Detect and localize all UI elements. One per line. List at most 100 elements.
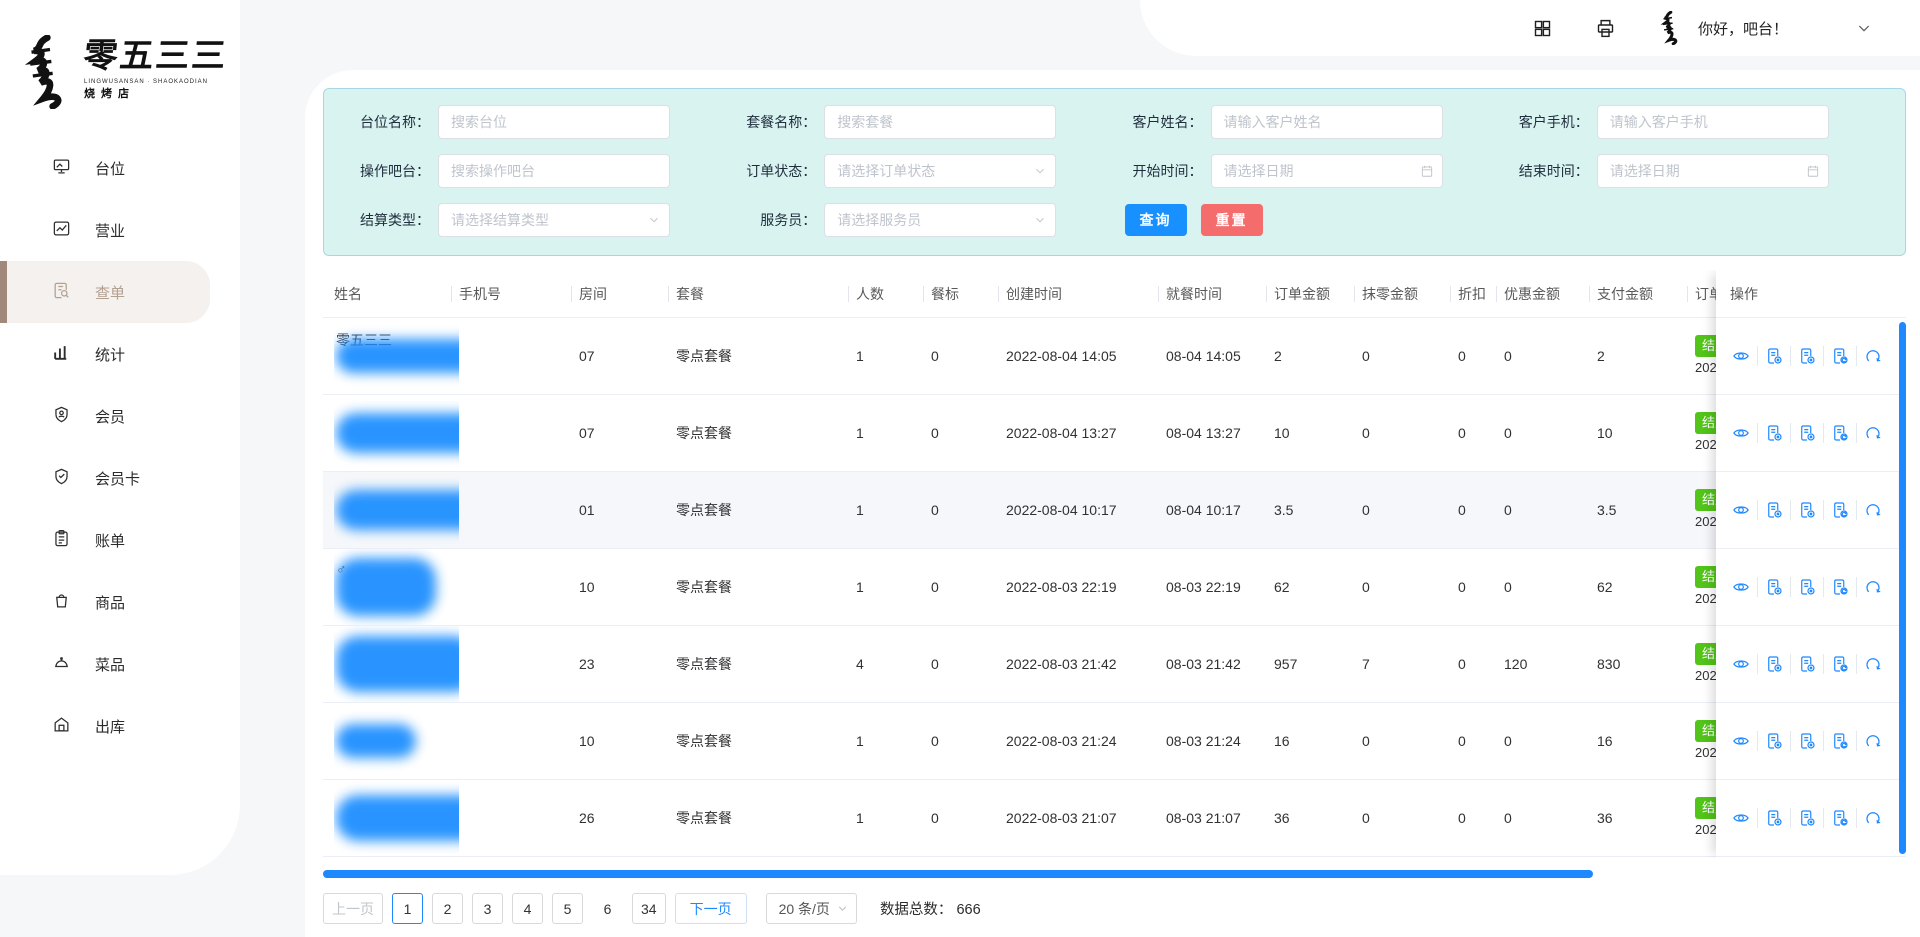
filter-input[interactable] (438, 203, 670, 237)
total-count: 数据总数： 666 (880, 898, 981, 919)
page-button-3[interactable]: 3 (472, 893, 503, 924)
refresh-icon[interactable] (1856, 500, 1889, 520)
order-invalid-icon[interactable] (1757, 654, 1790, 674)
page-button-4[interactable]: 4 (512, 893, 543, 924)
action-column-header: 操作 (1716, 270, 1898, 318)
pay-cell: 3.5 (1597, 502, 1695, 518)
bill-icon (52, 529, 71, 552)
order-invalid-icon[interactable] (1757, 731, 1790, 751)
horizontal-scrollbar[interactable] (323, 870, 1593, 878)
round-cell: 7 (1362, 656, 1458, 672)
order-restore-icon[interactable] (1823, 731, 1856, 751)
customer-name-cell (334, 395, 459, 471)
sidebar-item-营业[interactable]: 营业 (0, 199, 240, 261)
order-cell: 10 (1274, 425, 1362, 441)
order-cancel-icon[interactable] (1790, 808, 1823, 828)
filter-input[interactable] (1597, 154, 1829, 188)
refresh-icon[interactable] (1856, 731, 1889, 751)
order-restore-icon[interactable] (1823, 423, 1856, 443)
filter-input[interactable] (438, 154, 670, 188)
filter-input[interactable] (824, 203, 1056, 237)
round-cell: 0 (1362, 502, 1458, 518)
vertical-scrollbar[interactable] (1899, 322, 1906, 854)
order-restore-icon[interactable] (1823, 346, 1856, 366)
page-button-6[interactable]: 6 (592, 893, 623, 924)
order-restore-icon[interactable] (1823, 654, 1856, 674)
sidebar-item-出库[interactable]: 出库 (0, 695, 240, 757)
filter-input[interactable] (438, 105, 670, 139)
sidebar-item-账单[interactable]: 账单 (0, 509, 240, 571)
column-header: 订单金额 (1274, 284, 1362, 304)
room-cell: 07 (579, 425, 676, 441)
order-cancel-icon[interactable] (1790, 731, 1823, 751)
row-actions (1716, 472, 1898, 549)
combo-cell: 零点套餐 (676, 577, 856, 597)
reset-button[interactable]: 重置 (1201, 204, 1263, 236)
page-size-select[interactable]: 20 条/页 (766, 893, 857, 924)
order-cancel-icon[interactable] (1790, 423, 1823, 443)
column-header: 房间 (579, 284, 676, 304)
order-cell: 2 (1274, 348, 1362, 364)
order-invalid-icon[interactable] (1757, 423, 1790, 443)
sidebar-item-商品[interactable]: 商品 (0, 571, 240, 633)
sidebar-item-菜品[interactable]: 菜品 (0, 633, 240, 695)
order-cancel-icon[interactable] (1790, 500, 1823, 520)
refresh-icon[interactable] (1856, 346, 1889, 366)
view-icon[interactable] (1724, 731, 1757, 751)
order-cell: 957 (1274, 656, 1362, 672)
refresh-icon[interactable] (1856, 808, 1889, 828)
filter-input[interactable] (824, 154, 1056, 188)
table-row: ♂10零点套餐102022-08-03 22:1908-03 22:196200… (323, 549, 1906, 626)
order-invalid-icon[interactable] (1757, 808, 1790, 828)
order-restore-icon[interactable] (1823, 500, 1856, 520)
status-date: 202 (1695, 514, 1717, 529)
dining-cell: 08-03 21:24 (1166, 733, 1274, 749)
refresh-icon[interactable] (1856, 423, 1889, 443)
page-button-1[interactable]: 1 (392, 893, 423, 924)
meal-cell: 0 (931, 425, 1006, 441)
sidebar: 零五三三 LINGWUSANSAN · SHAOKAODIAN 烧烤店 台位营业… (0, 0, 240, 875)
page-button-34[interactable]: 34 (632, 893, 666, 924)
printer-icon[interactable] (1595, 18, 1616, 39)
filter-input[interactable] (1211, 105, 1443, 139)
refresh-icon[interactable] (1856, 654, 1889, 674)
order-invalid-icon[interactable] (1757, 577, 1790, 597)
view-icon[interactable] (1724, 577, 1757, 597)
created-cell: 2022-08-03 21:07 (1006, 810, 1166, 826)
order-restore-icon[interactable] (1823, 577, 1856, 597)
sidebar-item-统计[interactable]: 统计 (0, 323, 240, 385)
sidebar-item-会员[interactable]: 会员 (0, 385, 240, 447)
order-restore-icon[interactable] (1823, 808, 1856, 828)
view-icon[interactable] (1724, 808, 1757, 828)
page-button-5[interactable]: 5 (552, 893, 583, 924)
view-icon[interactable] (1724, 500, 1757, 520)
sidebar-item-台位[interactable]: 台位 (0, 137, 240, 199)
order-cancel-icon[interactable] (1790, 654, 1823, 674)
apps-grid-icon[interactable] (1532, 18, 1553, 39)
coupon-cell: 0 (1504, 733, 1597, 749)
order-invalid-icon[interactable] (1757, 346, 1790, 366)
view-icon[interactable] (1724, 654, 1757, 674)
goods-icon (52, 591, 71, 614)
refresh-icon[interactable] (1856, 577, 1889, 597)
filter-input[interactable] (1597, 105, 1829, 139)
view-icon[interactable] (1724, 346, 1757, 366)
filter-input[interactable] (824, 105, 1056, 139)
chevron-down-icon[interactable] (1856, 20, 1872, 36)
search-button[interactable]: 查询 (1125, 204, 1187, 236)
filter-field: 套餐名称： (720, 105, 1106, 139)
order-invalid-icon[interactable] (1757, 500, 1790, 520)
user-menu[interactable]: 你好，吧台！ (1658, 11, 1788, 45)
round-cell: 0 (1362, 579, 1458, 595)
prev-page-button: 上一页 (323, 893, 383, 924)
next-page-button[interactable]: 下一页 (675, 893, 747, 924)
filter-input[interactable] (1211, 154, 1443, 188)
meal-cell: 0 (931, 579, 1006, 595)
coupon-cell: 0 (1504, 579, 1597, 595)
order-cancel-icon[interactable] (1790, 346, 1823, 366)
order-cancel-icon[interactable] (1790, 577, 1823, 597)
sidebar-item-会员卡[interactable]: 会员卡 (0, 447, 240, 509)
sidebar-item-查单[interactable]: 查单 (0, 261, 210, 323)
page-button-2[interactable]: 2 (432, 893, 463, 924)
view-icon[interactable] (1724, 423, 1757, 443)
